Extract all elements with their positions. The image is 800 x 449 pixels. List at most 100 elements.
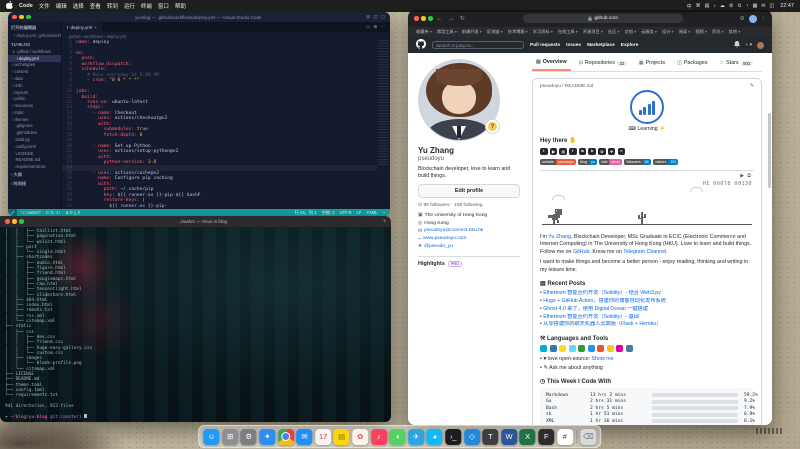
dino-controls[interactable]: ▶ ⧉ xyxy=(740,173,752,179)
status-icon[interactable]: ▤ xyxy=(705,3,710,9)
menu-item[interactable]: 转到 xyxy=(107,2,118,10)
bookmark-folder[interactable]: 设计 xyxy=(662,29,674,35)
dock-app-icon[interactable]: T xyxy=(482,429,498,445)
social-icon[interactable]: ◎ xyxy=(559,148,567,156)
social-icon[interactable]: b xyxy=(588,148,596,156)
dock-app-icon[interactable]: X xyxy=(520,429,536,445)
status-icon[interactable]: ▦ xyxy=(753,3,758,9)
status-emoji-badge[interactable]: ? xyxy=(485,119,500,134)
bookmark-folder[interactable]: 技术博客 xyxy=(508,29,528,35)
dock-app-icon[interactable]: ▤ xyxy=(334,429,350,445)
editor-action-icons[interactable]: ▷ ⊞ ⋯ xyxy=(367,24,390,30)
dock-app-icon[interactable]: ✦ xyxy=(259,429,275,445)
explorer-file[interactable]: › layouts xyxy=(8,89,61,96)
bookmark-folder[interactable]: 云服务 xyxy=(641,29,657,35)
explorer-file[interactable]: README.md xyxy=(8,157,61,164)
recent-post-link[interactable]: Ghost 4.0 来了，使用 Digital Ocean 一键搭建 xyxy=(540,306,754,314)
status-item[interactable]: 空格: 2 xyxy=(322,210,335,216)
menubar-clock[interactable]: 22:47 xyxy=(780,3,794,9)
dock-app-icon[interactable]: ◇ xyxy=(464,429,480,445)
shield-badge[interactable]: followers86 xyxy=(624,159,650,165)
zoom-button[interactable] xyxy=(26,15,31,20)
minimize-button[interactable] xyxy=(19,15,24,20)
apple-menu-icon[interactable] xyxy=(6,1,13,11)
explorer-file[interactable]: ! deploy.yml xyxy=(8,55,61,62)
detail-text[interactable]: www.pseudoyu.com xyxy=(423,236,467,241)
dock-trash-icon[interactable]: ⌫ xyxy=(580,429,596,445)
breadcrumb[interactable]: .github › workflows › deploy.yml xyxy=(62,32,390,40)
status-item[interactable]: UTF-8 xyxy=(340,210,352,215)
dock-app-icon[interactable]: W xyxy=(501,429,517,445)
minimap[interactable] xyxy=(378,40,389,165)
bookmark-folder[interactable]: 常用工具 xyxy=(437,29,457,35)
tab-close-icon[interactable]: × xyxy=(94,25,97,30)
explorer-file[interactable]: › resources xyxy=(8,102,61,109)
social-icon[interactable]: ∞ xyxy=(618,148,626,156)
social-icon[interactable]: ▶ xyxy=(550,148,558,156)
dock-app-icon[interactable] xyxy=(278,429,294,445)
status-item[interactable]: LF xyxy=(356,210,361,215)
explorer-file[interactable]: .gitignore xyxy=(8,123,61,130)
project-header[interactable]: YU-BLOG xyxy=(8,40,61,48)
shield-badge[interactable]: blogyu xyxy=(578,159,597,165)
profile-tab[interactable]: ⊟ Repositories 32 xyxy=(575,57,631,71)
bookmark-folder[interactable]: 在线工具 xyxy=(558,29,578,35)
shield-badge[interactable]: wikistudy xyxy=(599,159,622,165)
create-new-menu[interactable]: + ▾ xyxy=(745,43,752,48)
editor-tab-deploy-yml[interactable]: ! deploy.yml × xyxy=(62,22,103,32)
status-item[interactable]: ◔ xyxy=(382,210,385,215)
explorer-file[interactable]: › public xyxy=(8,95,61,102)
recent-post-link[interactable]: Ethereum 智能合约开发（Solidity）- 基础 xyxy=(540,314,754,322)
bookmark-folder[interactable]: 前端开发 xyxy=(462,29,482,35)
explorer-file[interactable]: .gitmodules xyxy=(8,129,61,136)
dock-app-icon[interactable]: ◖ xyxy=(390,429,406,445)
dock-app-icon[interactable]: # xyxy=(557,429,573,445)
dock-app-icon[interactable]: ✿ xyxy=(352,429,368,445)
profile-tab[interactable]: ▦ Projects xyxy=(635,57,669,71)
bookmark-folder[interactable]: 其他 xyxy=(729,29,741,35)
status-icon[interactable]: ⚙ xyxy=(729,3,733,9)
social-icon[interactable]: ⊙ xyxy=(598,148,606,156)
shield-badge[interactable]: websitepseudoyu xyxy=(540,159,576,165)
page-scrollbar[interactable] xyxy=(768,113,771,188)
dock-app-icon[interactable]: ›_ xyxy=(445,429,461,445)
window-controls[interactable] xyxy=(12,15,31,20)
explorer-file[interactable]: › static xyxy=(8,109,61,116)
close-button[interactable] xyxy=(414,16,419,21)
browser-profile-avatar[interactable] xyxy=(749,15,757,23)
status-item[interactable]: ⊗ 0 △ 0 xyxy=(65,210,80,215)
bookmark-folder[interactable]: 学习资料 xyxy=(533,29,553,35)
bookmark-folder[interactable]: 文档 xyxy=(625,29,637,35)
detail-text[interactable]: Hong Kong xyxy=(424,221,448,226)
zoom-button[interactable] xyxy=(428,16,433,21)
window-controls[interactable] xyxy=(5,219,24,224)
dock-app-icon[interactable]: ✈ xyxy=(408,429,424,445)
sidebar-section[interactable]: › 时间线 xyxy=(8,179,61,188)
dock-app-icon[interactable]: ◕ xyxy=(427,429,443,445)
edit-readme-pencil-icon[interactable]: ✎ xyxy=(750,84,754,89)
menu-item[interactable]: 终端 xyxy=(141,2,152,10)
minimize-button[interactable] xyxy=(421,16,426,21)
window-controls[interactable] xyxy=(414,16,433,21)
recent-post-link[interactable]: Ethereum 智能合约开发（Solidity）- 结合 Web3.py xyxy=(540,290,754,298)
menu-item[interactable]: 帮助 xyxy=(175,2,186,10)
notifications-bell-icon[interactable] xyxy=(734,41,740,50)
zoom-button[interactable] xyxy=(19,219,24,224)
github-search-input[interactable]: Search or jump to... xyxy=(432,41,524,50)
menu-item[interactable]: 查看 xyxy=(90,2,101,10)
github-user-avatar[interactable] xyxy=(757,42,764,49)
address-bar[interactable]: github.com xyxy=(523,14,683,23)
status-item[interactable]: ⌥ master* xyxy=(20,210,40,215)
status-icon[interactable]: 中 xyxy=(687,3,692,10)
social-icon[interactable]: t xyxy=(540,148,548,156)
profile-tab[interactable]: ◫ Packages xyxy=(673,57,711,71)
edit-profile-button[interactable]: Edit profile xyxy=(418,184,520,198)
minimize-button[interactable] xyxy=(12,219,17,224)
detail-text[interactable]: pseudoyu@connect.hku.hk xyxy=(424,228,483,233)
detail-text[interactable]: @pseudo_yu xyxy=(424,244,453,249)
recent-post-link[interactable]: 从零搭建你的聊天机器人云端版（Flask + Heroku） xyxy=(540,321,754,329)
browser-nav-icons[interactable]: ← → ↻ xyxy=(437,15,467,22)
status-item[interactable]: 行 24，列 1 xyxy=(295,210,317,216)
bookmark-folder[interactable]: 社区 xyxy=(608,29,620,35)
open-editors-header[interactable]: 打开的编辑器 xyxy=(8,23,61,32)
